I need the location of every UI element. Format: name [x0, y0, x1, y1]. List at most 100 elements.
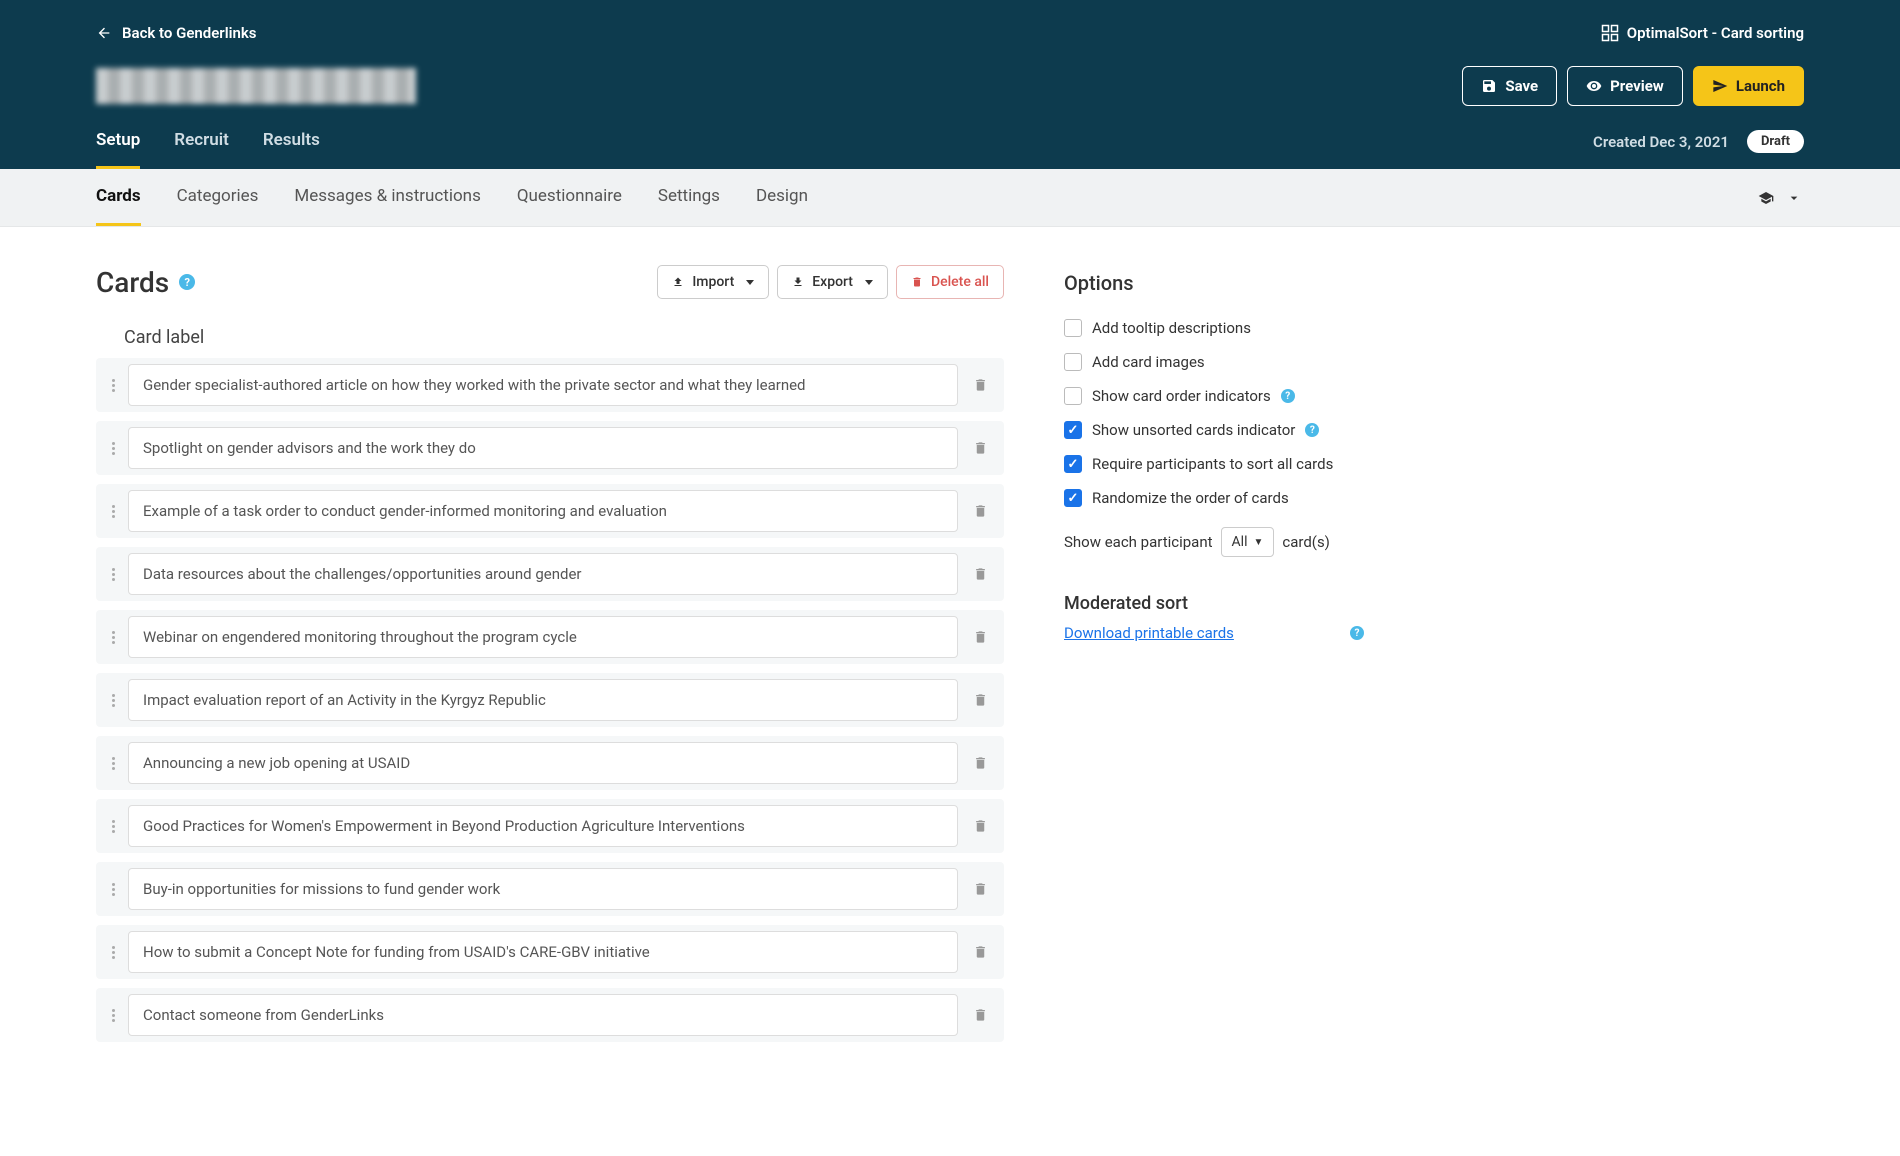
back-link[interactable]: Back to Genderlinks — [96, 24, 257, 42]
card-label-input[interactable]: Data resources about the challenges/oppo… — [128, 553, 958, 595]
help-icon[interactable]: ? — [1305, 423, 1319, 437]
brand-icon — [1601, 24, 1619, 42]
card-label-input[interactable]: Buy-in opportunities for missions to fun… — [128, 868, 958, 910]
card-label-input[interactable]: Gender specialist-authored article on ho… — [128, 364, 958, 406]
caret-down-icon — [746, 280, 754, 285]
option-checkbox[interactable] — [1064, 455, 1082, 473]
card-row: Good Practices for Women's Empowerment i… — [96, 799, 1004, 853]
drag-handle-icon[interactable] — [106, 814, 120, 839]
moderated-sort-title: Moderated sort — [1064, 593, 1364, 614]
help-icon[interactable]: ? — [179, 274, 195, 290]
subtab-questionnaire[interactable]: Questionnaire — [517, 169, 622, 226]
trash-icon — [973, 755, 988, 771]
option-checkbox[interactable] — [1064, 319, 1082, 337]
card-label-input[interactable]: Good Practices for Women's Empowerment i… — [128, 805, 958, 847]
drag-handle-icon[interactable] — [106, 436, 120, 461]
card-label-input[interactable]: Impact evaluation report of an Activity … — [128, 679, 958, 721]
subtab-messages-instructions[interactable]: Messages & instructions — [294, 169, 480, 226]
delete-card-button[interactable] — [966, 497, 994, 525]
trash-icon — [973, 566, 988, 582]
upload-icon — [672, 276, 684, 288]
card-label-input[interactable]: How to submit a Concept Note for funding… — [128, 931, 958, 973]
import-button[interactable]: Import — [657, 265, 769, 299]
drag-handle-icon[interactable] — [106, 751, 120, 776]
option-checkbox[interactable] — [1064, 489, 1082, 507]
trash-icon — [911, 276, 923, 288]
export-button[interactable]: Export — [777, 265, 888, 299]
trash-icon — [973, 881, 988, 897]
show-each-suffix: card(s) — [1282, 533, 1330, 551]
delete-card-button[interactable] — [966, 623, 994, 651]
brand: OptimalSort - Card sorting — [1601, 24, 1804, 42]
delete-card-button[interactable] — [966, 812, 994, 840]
subtab-settings[interactable]: Settings — [658, 169, 720, 226]
option-label: Add card images — [1092, 353, 1205, 371]
subtab-design[interactable]: Design — [756, 169, 808, 226]
download-printable-link[interactable]: Download printable cards — [1064, 624, 1234, 642]
subtab-categories[interactable]: Categories — [177, 169, 259, 226]
card-label-input[interactable]: Webinar on engendered monitoring through… — [128, 616, 958, 658]
help-icon[interactable]: ? — [1281, 389, 1295, 403]
launch-button[interactable]: Launch — [1693, 66, 1804, 106]
delete-card-button[interactable] — [966, 560, 994, 588]
card-label-input[interactable]: Example of a task order to conduct gende… — [128, 490, 958, 532]
tab-results[interactable]: Results — [263, 130, 320, 169]
drag-handle-icon[interactable] — [106, 877, 120, 902]
card-label-input[interactable]: Spotlight on gender advisors and the wor… — [128, 427, 958, 469]
drag-handle-icon[interactable] — [106, 625, 120, 650]
delete-card-button[interactable] — [966, 749, 994, 777]
trash-icon — [973, 503, 988, 519]
drag-handle-icon[interactable] — [106, 940, 120, 965]
option-checkbox[interactable] — [1064, 421, 1082, 439]
card-row: How to submit a Concept Note for funding… — [96, 925, 1004, 979]
graduation-cap-icon — [1756, 190, 1776, 206]
delete-card-button[interactable] — [966, 434, 994, 462]
drag-handle-icon[interactable] — [106, 499, 120, 524]
save-button[interactable]: Save — [1462, 66, 1557, 106]
delete-card-button[interactable] — [966, 938, 994, 966]
trash-icon — [973, 1007, 988, 1023]
tab-setup[interactable]: Setup — [96, 130, 140, 169]
option-label: Show card order indicators — [1092, 387, 1271, 405]
drag-handle-icon[interactable] — [106, 688, 120, 713]
caret-down-icon — [865, 280, 873, 285]
card-row: Data resources about the challenges/oppo… — [96, 547, 1004, 601]
delete-card-button[interactable] — [966, 1001, 994, 1029]
save-icon — [1481, 78, 1497, 94]
delete-all-button[interactable]: Delete all — [896, 265, 1004, 299]
eye-icon — [1586, 78, 1602, 94]
subtab-cards[interactable]: Cards — [96, 169, 141, 226]
trash-icon — [973, 629, 988, 645]
preview-button[interactable]: Preview — [1567, 66, 1683, 106]
drag-handle-icon[interactable] — [106, 1003, 120, 1028]
delete-card-button[interactable] — [966, 371, 994, 399]
help-dropdown[interactable] — [1756, 190, 1804, 206]
card-row: Example of a task order to conduct gende… — [96, 484, 1004, 538]
option-checkbox[interactable] — [1064, 353, 1082, 371]
tab-recruit[interactable]: Recruit — [174, 130, 229, 169]
back-label: Back to Genderlinks — [122, 24, 257, 42]
trash-icon — [973, 944, 988, 960]
option-row: Show card order indicators ? — [1064, 387, 1364, 405]
trash-icon — [973, 377, 988, 393]
status-badge: Draft — [1747, 130, 1804, 153]
option-label: Randomize the order of cards — [1092, 489, 1289, 507]
option-checkbox[interactable] — [1064, 387, 1082, 405]
card-label-input[interactable]: Announcing a new job opening at USAID — [128, 742, 958, 784]
help-icon[interactable]: ? — [1350, 626, 1364, 640]
option-row: Show unsorted cards indicator ? — [1064, 421, 1364, 439]
card-row: Spotlight on gender advisors and the wor… — [96, 421, 1004, 475]
options-title: Options — [1064, 271, 1364, 295]
delete-card-button[interactable] — [966, 875, 994, 903]
cards-count-select[interactable]: All ▼ — [1221, 527, 1275, 557]
drag-handle-icon[interactable] — [106, 562, 120, 587]
study-title-redacted — [96, 68, 416, 104]
card-label-input[interactable]: Contact someone from GenderLinks — [128, 994, 958, 1036]
delete-card-button[interactable] — [966, 686, 994, 714]
card-row: Contact someone from GenderLinks — [96, 988, 1004, 1042]
option-label: Show unsorted cards indicator — [1092, 421, 1295, 439]
card-row: Announcing a new job opening at USAID — [96, 736, 1004, 790]
arrow-left-icon — [96, 25, 112, 41]
card-label-header: Card label — [124, 327, 1004, 348]
drag-handle-icon[interactable] — [106, 373, 120, 398]
